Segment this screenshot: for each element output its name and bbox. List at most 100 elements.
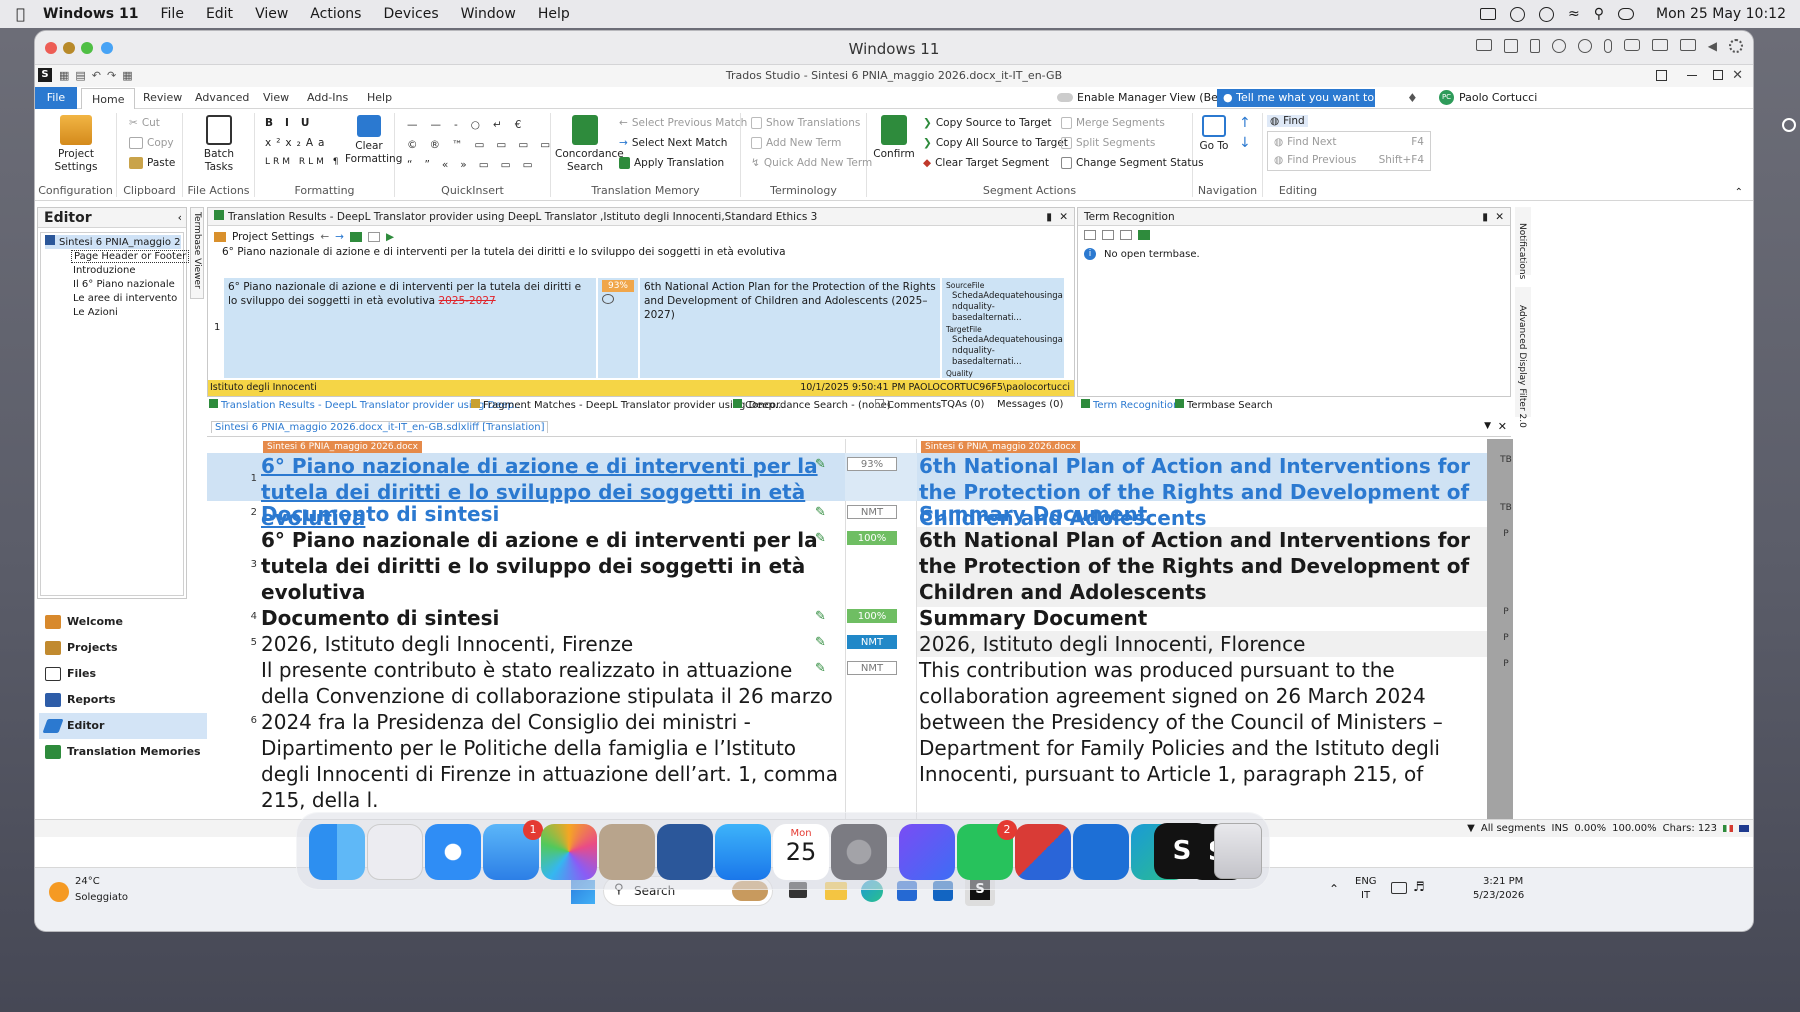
tab-help[interactable]: Help <box>357 87 402 109</box>
pin-icon[interactable]: ▮ <box>1046 208 1052 226</box>
project-settings-small-icon[interactable] <box>214 232 226 242</box>
launchpad-icon[interactable] <box>367 824 423 880</box>
tree-item-azioni[interactable]: Le Azioni <box>73 307 118 318</box>
menu-devices[interactable]: Devices <box>383 6 438 22</box>
menu-help[interactable]: Help <box>538 6 570 22</box>
format-buttons-row1[interactable]: BIU <box>265 117 321 129</box>
parallels-icon[interactable] <box>1015 824 1071 880</box>
forward-arrow-icon[interactable]: → <box>335 231 344 243</box>
clear-formatting-button[interactable]: Clear Formatting <box>345 115 402 166</box>
doc-close-icon[interactable]: ✕ <box>1498 420 1507 433</box>
settings-gear-icon[interactable] <box>1729 39 1743 53</box>
close-pane-icon[interactable]: ✕ <box>1059 208 1068 226</box>
show-translations-button[interactable]: Show Translations <box>751 117 860 129</box>
manager-view-toggle[interactable] <box>1057 93 1073 102</box>
menu-actions[interactable]: Actions <box>310 6 361 22</box>
clear-target-segment-button[interactable]: ◆ Clear Target Segment <box>923 157 1049 169</box>
add-new-term-button[interactable]: Add New Term <box>751 137 841 149</box>
play-icon[interactable] <box>1539 6 1555 22</box>
results-project-settings[interactable]: Project Settings <box>232 231 314 243</box>
mail-icon[interactable]: 1 <box>483 820 543 880</box>
menu-view[interactable]: View <box>255 6 288 22</box>
source-segment[interactable]: Documento di sintesi <box>261 501 841 527</box>
contacts-icon[interactable] <box>599 824 655 880</box>
format-buttons-row2[interactable]: x²x₂Aa <box>265 137 329 149</box>
drive-icon[interactable] <box>1623 39 1640 51</box>
word-icon[interactable] <box>657 824 713 880</box>
results-tool2-icon[interactable] <box>367 232 380 242</box>
app-store-icon[interactable] <box>715 824 771 880</box>
term-tool4-icon[interactable] <box>1138 230 1150 240</box>
weather-desc[interactable]: Soleggiato <box>75 892 128 903</box>
arrow-up-icon[interactable]: ↑ <box>1239 115 1251 131</box>
speaker-icon[interactable]: ♬ <box>1413 880 1425 895</box>
source-segment[interactable]: 6° Piano nazionale di azione e di interv… <box>261 527 841 605</box>
panel-collapse-icon[interactable]: ‹ <box>178 211 182 224</box>
quick-add-term-button[interactable]: ↯ Quick Add New Term <box>751 157 872 169</box>
tab-view[interactable]: View <box>253 87 299 109</box>
results-tool-icon[interactable] <box>349 232 362 242</box>
apply-translation-button[interactable]: Apply Translation <box>619 157 724 169</box>
usb-icon[interactable] <box>1529 39 1540 53</box>
find-next-item[interactable]: ◍ Find Next F4 <box>1274 136 1424 148</box>
apple-icon[interactable]:  <box>16 5 25 23</box>
finder-icon[interactable] <box>309 824 365 880</box>
status-filter[interactable]: All segments <box>1481 820 1546 838</box>
safari-icon[interactable] <box>425 824 481 880</box>
tab-file[interactable]: File <box>35 87 77 109</box>
tab-comments[interactable]: Comments <box>875 399 941 411</box>
tab-term-recognition[interactable]: Term Recognition <box>1081 399 1179 411</box>
target-segment[interactable]: 6th National Plan of Action and Interven… <box>919 527 1487 605</box>
control-center-icon[interactable] <box>1618 8 1635 20</box>
target-segment[interactable]: Summary Document <box>919 605 1487 631</box>
menu-edit[interactable]: Edit <box>206 6 233 22</box>
tree-item-aree[interactable]: Le aree di intervento <box>73 293 177 304</box>
taskbar-date[interactable]: 5/23/2026 <box>1473 890 1524 901</box>
close-icon[interactable]: ✕ <box>1732 65 1743 87</box>
concordance-search-button[interactable]: Concordance Search <box>555 115 624 174</box>
source-segment[interactable]: Documento di sintesi <box>261 605 841 631</box>
tree-item-document[interactable]: Sintesi 6 PNIA_maggio 2 <box>45 235 181 249</box>
volume-icon[interactable]: ◀ <box>1708 39 1717 53</box>
calendar-icon[interactable]: Mon 25 <box>773 824 829 880</box>
trados-dock-icon-secondary[interactable]: S <box>1154 823 1210 879</box>
lang-primary[interactable]: ENG <box>1355 876 1377 887</box>
tab-messages[interactable]: Messages (0) <box>997 399 1063 410</box>
quickinsert-row1[interactable]: ——-○↵€ <box>407 119 534 131</box>
batch-tasks-button[interactable]: Batch Tasks <box>191 115 247 174</box>
tell-me-box[interactable]: ● Tell me what you want to do... <box>1217 89 1375 122</box>
source-segment[interactable]: Il presente contributo è stato realizzat… <box>261 657 841 813</box>
quick-access-toolbar[interactable]: ▦▤↶↷▦ <box>59 65 139 87</box>
maximize-icon[interactable] <box>1713 70 1723 80</box>
target-segment[interactable]: 2026, Istituto degli Innocenti, Florence <box>919 631 1487 657</box>
spotlight-icon[interactable]: ⚲ <box>1594 6 1604 22</box>
quickinsert-row2[interactable]: ©®™▭▭▭▭ <box>407 139 562 151</box>
minimize-icon[interactable] <box>1687 75 1697 76</box>
lang-secondary[interactable]: IT <box>1361 890 1370 901</box>
microphone-icon[interactable] <box>1603 39 1612 53</box>
tab-termbase-search[interactable]: Termbase Search <box>1175 399 1273 411</box>
arrow-down-icon[interactable]: ↓ <box>1239 135 1251 151</box>
confirm-button[interactable]: Confirm <box>871 115 917 161</box>
change-segment-status-button[interactable]: Change Segment Status <box>1061 157 1204 169</box>
menubar-clock[interactable]: Mon 25 May 10:12 <box>1656 6 1786 22</box>
tray-chevron-icon[interactable]: ⌃ <box>1329 882 1339 896</box>
tab-review[interactable]: Review <box>133 87 192 109</box>
tab-add-ins[interactable]: Add-Ins <box>297 87 358 109</box>
target-segment[interactable]: This contribution was produced pursuant … <box>919 657 1487 787</box>
network-icon[interactable] <box>1391 882 1407 894</box>
project-settings-button[interactable]: Project Settings <box>43 115 109 174</box>
messenger-icon[interactable] <box>899 824 955 880</box>
merge-segments-button[interactable]: Merge Segments <box>1061 117 1165 129</box>
whatsapp-icon[interactable]: 2 <box>957 820 1017 880</box>
notifications-tab[interactable]: Notifications <box>1515 207 1531 279</box>
tab-concordance-search[interactable]: Concordance Search - (none) <box>733 399 891 411</box>
wifi-icon[interactable]: ≈ <box>1568 6 1580 22</box>
bell-icon[interactable]: ♦ <box>1407 91 1418 105</box>
format-buttons-row3[interactable]: LRM RLM ¶ <box>265 157 342 167</box>
user-avatar[interactable]: PC <box>1439 90 1454 105</box>
target-segment[interactable]: Summary Document <box>919 501 1487 527</box>
source-segment[interactable]: 2026, Istituto degli Innocenti, Firenze <box>261 631 841 657</box>
photo-icon[interactable] <box>1651 39 1668 51</box>
camera-off-icon[interactable] <box>1679 39 1696 51</box>
